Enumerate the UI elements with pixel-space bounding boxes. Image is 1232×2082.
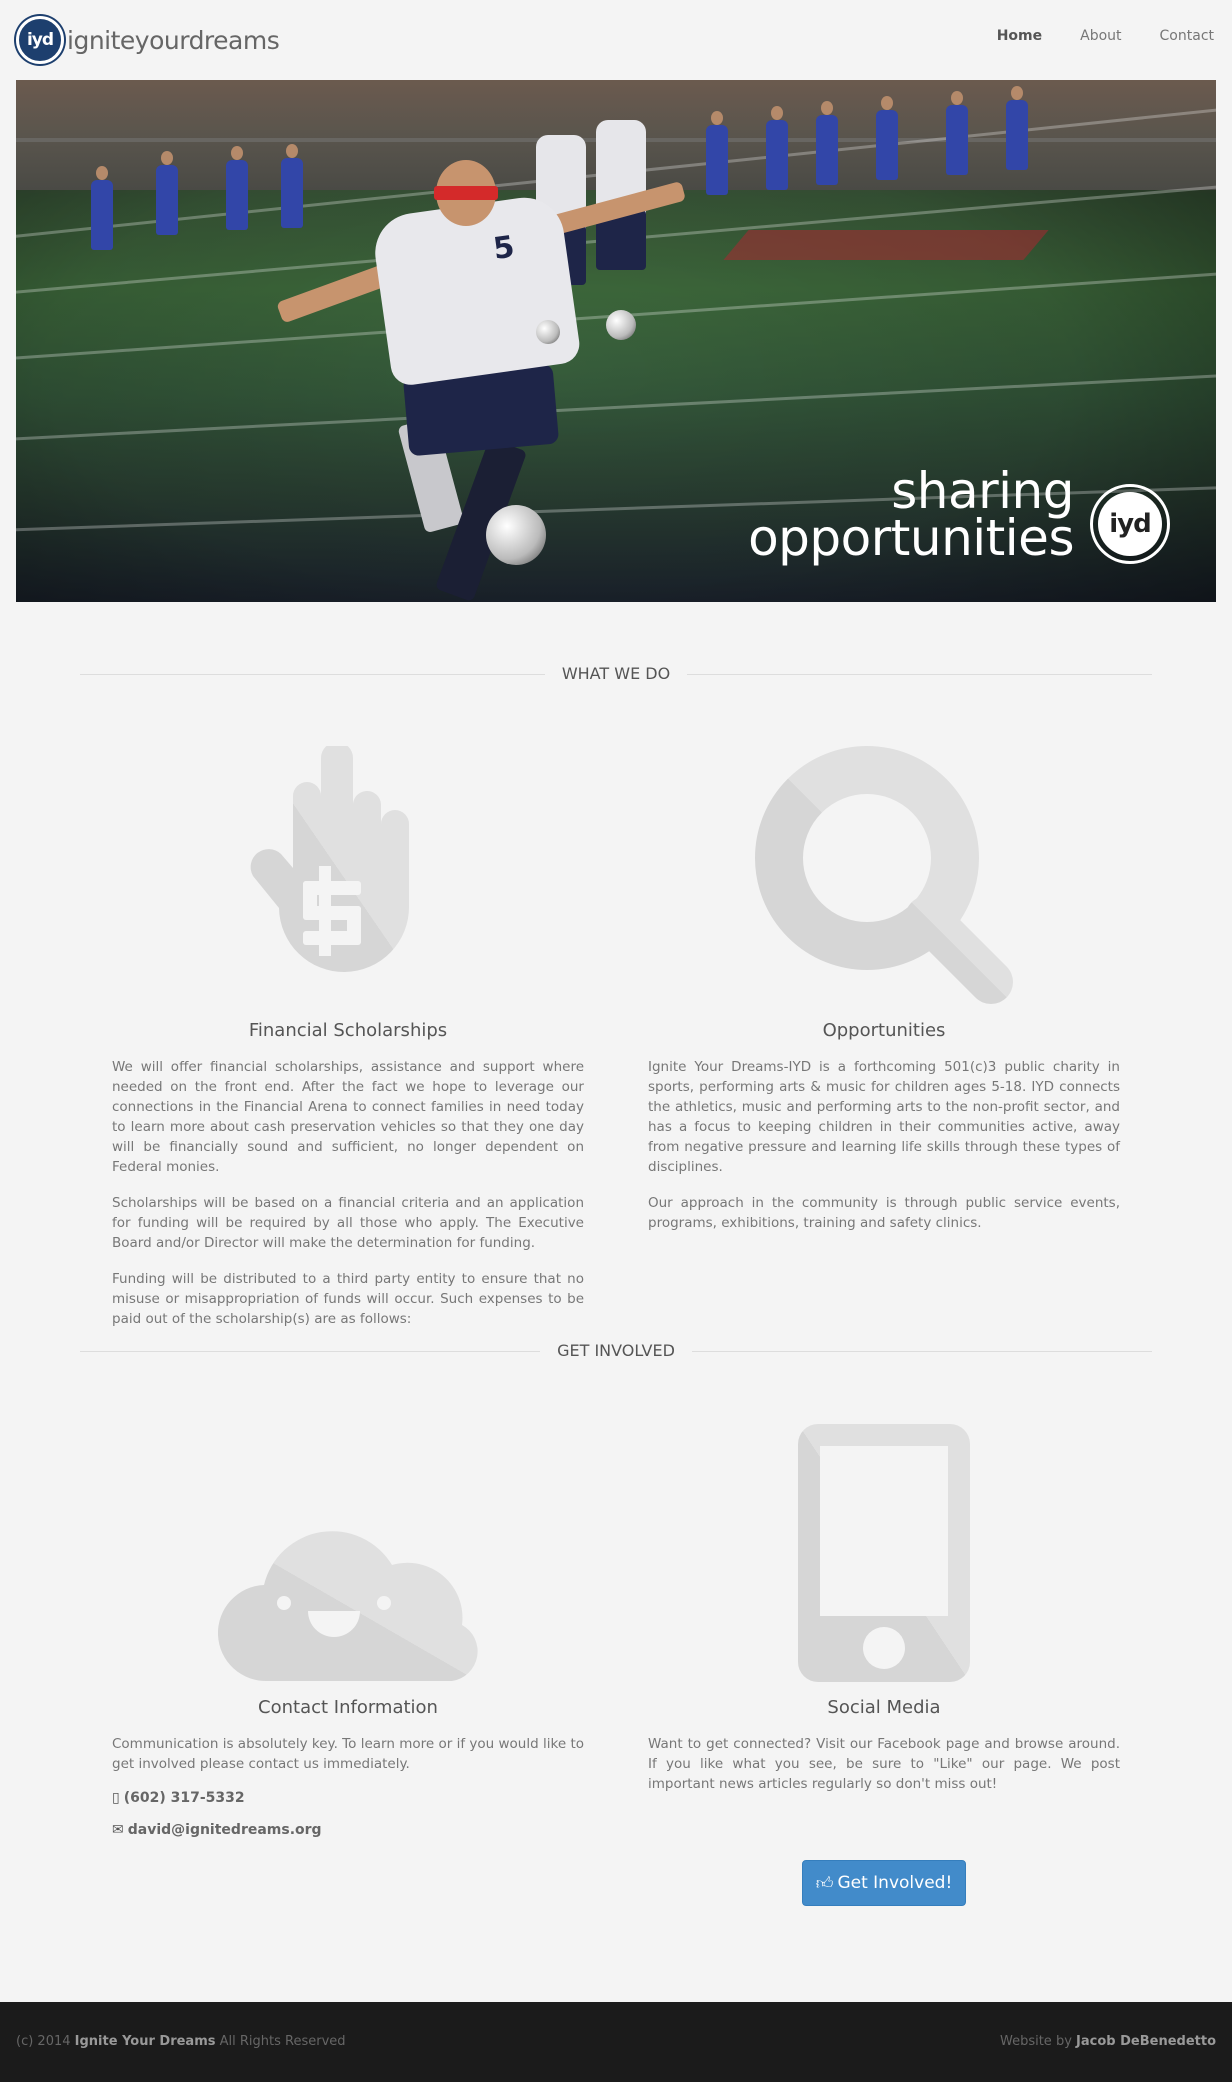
opportunities-paragraph: Ignite Your Dreams-IYD is a forthcoming … <box>648 1059 1120 1175</box>
footer-copyright: (c) 2014 Ignite Your Dreams All Rights R… <box>16 2034 346 2049</box>
background-player <box>766 106 788 190</box>
background-player <box>706 111 728 195</box>
scholarships-title: Financial Scholarships <box>248 1020 448 1041</box>
contact-title: Contact Information <box>258 1697 438 1718</box>
contact-email-address: david@ignitedreams.org <box>127 1822 322 1838</box>
section-heading-what-we-do: WHAT WE DO <box>80 664 1152 684</box>
contact-email[interactable]: ✉ david@ignitedreams.org <box>112 1822 584 1838</box>
hero-badge-text: iyd <box>1098 492 1162 556</box>
background-player <box>876 96 898 180</box>
field-logo-mark <box>723 230 1049 260</box>
background-player <box>226 146 248 230</box>
soccer-ball <box>606 310 636 340</box>
hero-badge-logo: iyd <box>1090 484 1170 564</box>
footer-credit: Website by Jacob DeBenedetto <box>1000 2034 1216 2049</box>
background-player <box>281 144 303 228</box>
contact-phone[interactable]: ▯ (602) 317-5332 <box>112 1790 584 1806</box>
contact-phone-number: (602) 317-5332 <box>123 1790 245 1806</box>
scholarships-paragraph: We will offer financial scholarships, as… <box>112 1059 584 1175</box>
scholarships-column: Financial Scholarships We will offer fin… <box>112 1020 584 1329</box>
hero-caption: sharing opportunities <box>748 462 1074 567</box>
nav-home[interactable]: Home <box>997 28 1042 44</box>
background-player <box>91 166 113 250</box>
hero-caption-line2: opportunities <box>748 509 1074 567</box>
contact-column: Contact Information Communication is abs… <box>112 1697 584 1838</box>
footer-rights: All Rights Reserved <box>219 2034 346 2049</box>
background-player <box>1006 86 1028 170</box>
hand-dollar-icon <box>245 742 445 1010</box>
get-involved-button[interactable]: 👍︎ Get Involved! <box>802 1860 966 1906</box>
get-involved-heading: GET INVOLVED <box>541 1341 691 1360</box>
social-title: Social Media <box>827 1697 941 1718</box>
thumbs-up-icon: 👍︎ <box>815 1873 834 1894</box>
field-line <box>16 371 1216 443</box>
opportunities-title: Opportunities <box>822 1020 946 1041</box>
footer-org-name: Ignite Your Dreams <box>74 2034 216 2049</box>
section-heading-get-involved: GET INVOLVED <box>80 1341 1152 1361</box>
copyright-prefix: (c) 2014 <box>16 2034 71 2049</box>
credit-prefix: Website by <box>999 2034 1072 2049</box>
scholarships-paragraph: Funding will be distributed to a third p… <box>112 1271 584 1327</box>
scholarships-paragraph: Scholarships will be based on a financia… <box>112 1195 584 1251</box>
brand-logo: iyd <box>16 16 64 64</box>
navbar: iyd igniteyourdreams Home About Contact <box>0 0 1232 78</box>
magnifier-icon <box>755 746 1015 1010</box>
player-headband <box>434 186 498 200</box>
shirt-number: 5 <box>491 229 517 267</box>
credit-name-link[interactable]: Jacob DeBenedetto <box>1076 2034 1216 2049</box>
soccer-ball <box>536 320 560 344</box>
hero-caption-line1: sharing <box>891 462 1074 520</box>
nav-contact[interactable]: Contact <box>1160 28 1214 44</box>
hero-banner: 5 sharing opportunities iyd <box>16 80 1216 602</box>
nav-about[interactable]: About <box>1080 28 1121 44</box>
brand-link[interactable]: iyd igniteyourdreams <box>16 16 280 64</box>
background-player <box>156 151 178 235</box>
soccer-ball <box>486 505 546 565</box>
smiling-cloud-icon <box>217 1505 478 1689</box>
brand-name: igniteyourdreams <box>67 25 280 55</box>
phone-icon: ▯ <box>112 1790 120 1806</box>
opportunities-column: Opportunities Ignite Your Dreams-IYD is … <box>648 1020 1120 1233</box>
what-we-do-heading: WHAT WE DO <box>545 664 687 683</box>
contact-paragraph: Communication is absolutely key. To lear… <box>112 1736 584 1772</box>
get-involved-button-label: Get Involved! <box>837 1873 953 1893</box>
envelope-icon: ✉ <box>112 1822 124 1838</box>
footer: (c) 2014 Ignite Your Dreams All Rights R… <box>0 2002 1232 2082</box>
background-player <box>946 91 968 175</box>
smartphone-icon <box>798 1424 970 1686</box>
social-column: Social Media Want to get connected? Visi… <box>648 1697 1120 1794</box>
main-nav: Home About Contact <box>959 28 1214 44</box>
opportunities-paragraph: Our approach in the community is through… <box>648 1195 1120 1231</box>
social-paragraph: Want to get connected? Visit our Faceboo… <box>648 1736 1120 1792</box>
background-player <box>816 101 838 185</box>
